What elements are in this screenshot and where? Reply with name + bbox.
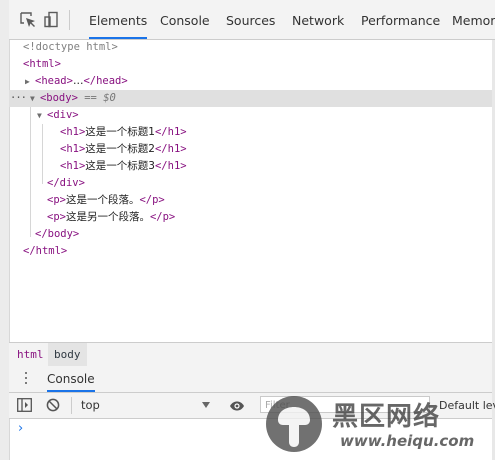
watermark-chinese-text: 黑区网络 (332, 402, 441, 432)
breadcrumb: html body (9, 342, 492, 367)
p-node[interactable]: <p>这是另一个段落。</p> (9, 209, 492, 226)
body-node-selected[interactable]: ··· ▼ <body> == $0 (9, 90, 492, 107)
h1-text: 这是一个标题3 (85, 160, 155, 172)
tab-performance[interactable]: Performance (361, 0, 440, 39)
tab-network[interactable]: Network (292, 0, 344, 39)
html-open-tag: <html> (23, 58, 61, 70)
p-node[interactable]: <p>这是一个段落。</p> (9, 192, 492, 209)
inspect-element-icon[interactable] (19, 11, 37, 29)
p-text: 这是一个段落。 (65, 194, 140, 206)
selected-node-marker: == $0 (84, 92, 116, 104)
h1-text: 这是一个标题2 (85, 143, 155, 155)
drawer-tab-bar: Console (9, 366, 492, 393)
head-ellipsis[interactable]: … (73, 75, 84, 87)
h1-text: 这是一个标题1 (85, 126, 155, 138)
html-close-node[interactable]: </html> (9, 243, 492, 260)
eye-icon[interactable] (229, 400, 245, 411)
h1-node[interactable]: <h1>这是一个标题3</h1> (9, 158, 492, 175)
doctype-text: <!doctype html> (23, 41, 118, 53)
devtools-toolbar: Elements Console Sources Network Perform… (9, 0, 495, 40)
collapse-triangle-icon[interactable]: ▼ (30, 90, 40, 107)
div-open-tag: <div> (47, 109, 79, 121)
p-close-tag: </p> (149, 211, 176, 223)
div-node[interactable]: ▼ <div> (9, 107, 492, 124)
context-selector[interactable]: top (81, 393, 100, 418)
p-text: 这是另一个段落。 (65, 211, 150, 223)
p-close-tag: </p> (139, 194, 165, 206)
p-open-tag: <p> (47, 211, 66, 223)
h1-close-tag: </h1> (154, 160, 187, 172)
expand-triangle-icon[interactable]: ▶ (25, 73, 35, 90)
watermark-logo: 黑区网络 www.heiqu.com (262, 392, 495, 460)
breadcrumb-body[interactable]: body (48, 343, 87, 366)
show-sidebar-icon[interactable] (17, 398, 32, 415)
chevron-down-icon[interactable] (202, 402, 210, 408)
head-open-tag: <head> (35, 75, 73, 87)
console-prompt-icon[interactable]: › (18, 421, 23, 436)
div-close-node[interactable]: </div> (9, 175, 492, 192)
tab-sources[interactable]: Sources (226, 0, 275, 39)
tab-memory[interactable]: Memory (452, 0, 495, 39)
device-toolbar-icon[interactable] (43, 11, 61, 29)
toolbar-separator (69, 10, 70, 30)
h1-open-tag: <h1> (60, 143, 86, 155)
h1-close-tag: </h1> (154, 126, 187, 138)
head-close-tag: </head> (83, 75, 128, 87)
h1-open-tag: <h1> (60, 126, 86, 138)
elements-dom-tree: <!doctype html> <html> ▶ <head>…</head> ·… (9, 39, 492, 341)
html-close-tag: </html> (23, 245, 68, 257)
toolbar-separator (71, 397, 72, 414)
more-actions-icon[interactable]: ··· (9, 92, 27, 104)
collapse-triangle-icon[interactable]: ▼ (37, 107, 47, 124)
p-open-tag: <p> (47, 194, 66, 206)
watermark-emblem (266, 396, 322, 452)
h1-node[interactable]: <h1>这是一个标题1</h1> (9, 124, 492, 141)
html-node[interactable]: <html> (9, 56, 492, 73)
body-close-tag: </body> (35, 228, 80, 240)
h1-node[interactable]: <h1>这是一个标题2</h1> (9, 141, 492, 158)
h1-close-tag: </h1> (154, 143, 187, 155)
head-node[interactable]: ▶ <head>…</head> (9, 73, 492, 90)
body-close-node[interactable]: </body> (9, 226, 492, 243)
doctype-node[interactable]: <!doctype html> (9, 39, 492, 56)
drawer-tab-console[interactable]: Console (47, 366, 95, 392)
watermark-url: www.heiqu.com (340, 432, 475, 450)
tab-console[interactable]: Console (160, 0, 210, 39)
drawer-menu-icon[interactable] (23, 372, 29, 386)
body-open-tag: <body> (39, 92, 78, 104)
div-close-tag: </div> (47, 177, 85, 189)
tab-elements[interactable]: Elements (89, 0, 148, 39)
clear-console-icon[interactable] (46, 398, 60, 415)
breadcrumb-html[interactable]: html (11, 343, 50, 366)
h1-open-tag: <h1> (60, 160, 86, 172)
